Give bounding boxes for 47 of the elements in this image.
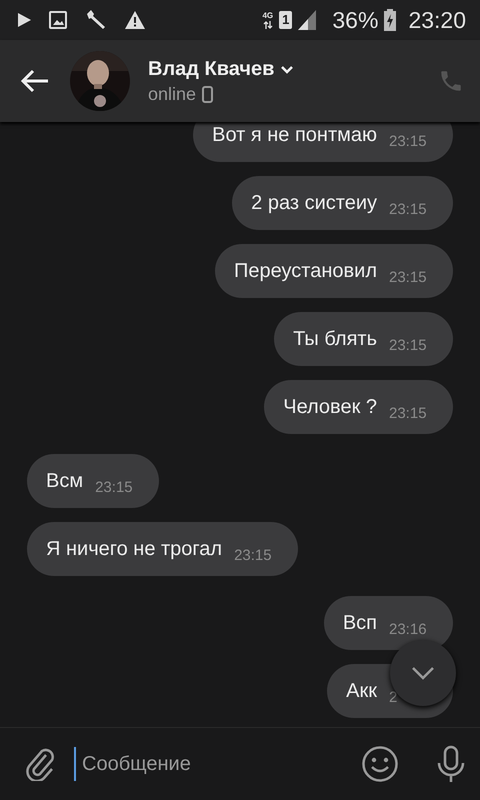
- wrench-icon: [85, 10, 107, 30]
- message-bubble[interactable]: Ты блять 23:15: [274, 312, 453, 366]
- message-text: Ты блять: [293, 327, 377, 352]
- message-bubble[interactable]: Всп 23:16: [324, 596, 453, 650]
- message-time: 23:15: [95, 479, 134, 496]
- message-time: 23:15: [389, 269, 428, 286]
- message-time: 23:15: [389, 337, 428, 354]
- message-input[interactable]: Сообщение: [74, 747, 347, 781]
- contact-name[interactable]: Влад Квачев: [148, 58, 274, 80]
- message-text: Переустановил: [234, 259, 377, 284]
- message-bubble[interactable]: Всм 23:15: [27, 454, 160, 508]
- emoji-button[interactable]: [361, 745, 399, 783]
- warning-icon: [125, 11, 145, 29]
- chevron-down-icon: [411, 666, 435, 680]
- signal-icon: [298, 10, 316, 30]
- message-bubble[interactable]: 2 раз систеиу 23:15: [232, 176, 453, 230]
- phone-device-icon: [202, 86, 214, 102]
- microphone-button[interactable]: [435, 745, 467, 783]
- chevron-down-icon[interactable]: [280, 64, 294, 74]
- message-bubble[interactable]: Вот я не понтмаю 23:15: [193, 122, 453, 162]
- sim-label: 1: [279, 11, 292, 29]
- message-time: 23:15: [389, 405, 428, 422]
- attach-button[interactable]: [26, 747, 56, 781]
- message-time: 23:15: [389, 133, 428, 150]
- online-status: online: [148, 84, 196, 104]
- message-text: Я ничего не трогал: [46, 537, 222, 562]
- message-text: Вот я не понтмаю: [212, 123, 377, 148]
- message-text: Акк: [346, 679, 377, 704]
- data-arrows-icon: [262, 20, 273, 28]
- network-label: 4G: [262, 10, 274, 20]
- battery-percent: 36%: [332, 6, 378, 34]
- message-bubble[interactable]: Я ничего не трогал 23:15: [27, 522, 298, 576]
- image-icon: [49, 11, 67, 29]
- message-time: 23:16: [389, 621, 428, 638]
- back-button[interactable]: [20, 69, 50, 93]
- message-text: Всп: [342, 611, 377, 636]
- clock-time: 23:20: [408, 6, 466, 34]
- message-time: 23:15: [389, 201, 428, 218]
- message-text: Человек ?: [283, 395, 377, 420]
- battery-icon: [384, 9, 396, 31]
- message-bubble[interactable]: Переустановил 23:15: [215, 244, 453, 298]
- play-icon: [18, 13, 31, 27]
- message-time: 2: [389, 689, 398, 706]
- message-text: 2 раз систеиу: [251, 191, 377, 216]
- message-time: 23:15: [234, 547, 273, 564]
- message-bubble[interactable]: Человек ? 23:15: [264, 380, 453, 434]
- message-text: Всм: [46, 469, 84, 494]
